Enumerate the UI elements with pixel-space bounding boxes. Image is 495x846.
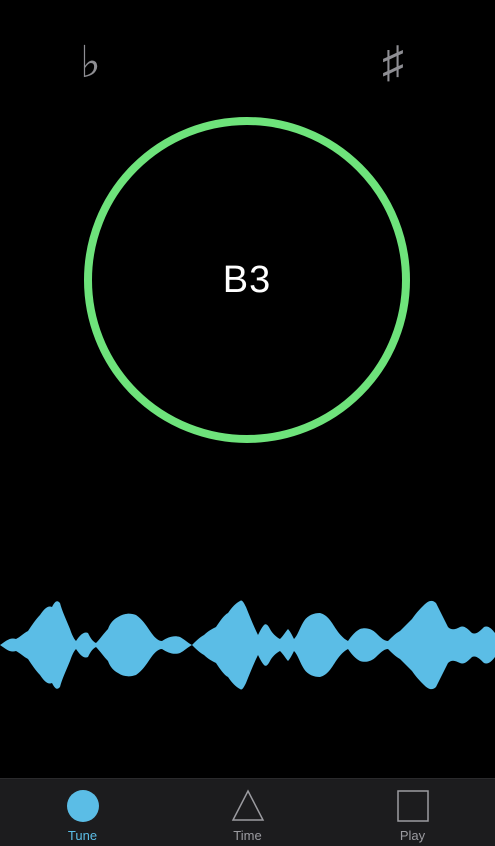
tab-tune[interactable]: Tune <box>0 779 165 846</box>
waveform-shape <box>0 600 495 690</box>
detected-note-label: B3 <box>222 258 272 301</box>
tab-time[interactable]: Time <box>165 779 330 846</box>
circle-icon <box>66 790 99 822</box>
tuner-screen: ♭ ♯ B3 <box>0 0 495 778</box>
flat-icon[interactable]: ♭ <box>80 38 101 88</box>
tab-play[interactable]: Play <box>330 779 495 846</box>
tab-bar: Tune Time Play <box>0 778 495 846</box>
tab-tune-label: Tune <box>67 828 98 843</box>
note-indicator-ring: B3 <box>84 117 410 443</box>
triangle-icon <box>231 789 264 821</box>
square-icon <box>396 790 429 822</box>
sharp-icon[interactable]: ♯ <box>382 38 404 88</box>
audio-waveform <box>0 600 495 690</box>
tab-play-label: Play <box>399 828 426 843</box>
tab-time-label: Time <box>233 828 262 843</box>
